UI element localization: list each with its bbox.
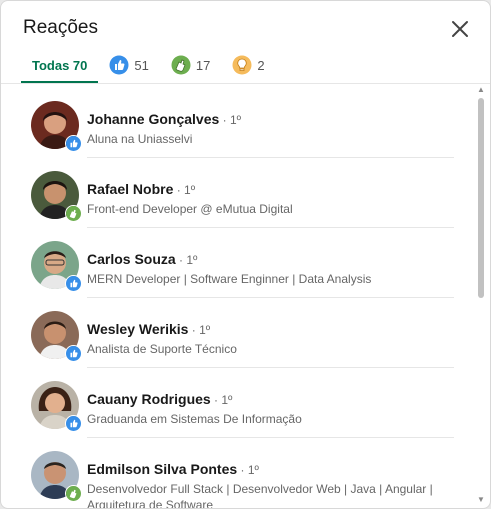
tab-all[interactable]: Todas 70 (21, 47, 99, 83)
reactor-name-line[interactable]: Johanne Gonçalves · 1º (87, 111, 241, 127)
tab-celebrate-count: 17 (195, 57, 211, 73)
scrollbar-thumb[interactable] (478, 98, 484, 298)
reactor-name[interactable]: Edmilson Silva Pontes (87, 461, 237, 477)
celebrate-icon (65, 205, 82, 222)
close-button[interactable] (446, 15, 474, 43)
celebrate-icon (171, 55, 191, 75)
list-item[interactable]: Edmilson Silva Pontes · 1º Desenvolvedor… (21, 438, 454, 508)
reactor-headline: Analista de Suporte Técnico (87, 342, 237, 356)
like-icon (65, 275, 82, 292)
tab-like-count: 51 (134, 57, 149, 73)
reactions-list: Johanne Gonçalves · 1º Aluna na Uniassel… (1, 84, 473, 508)
list-item[interactable]: Cauany Rodrigues · 1º Graduanda em Siste… (21, 368, 454, 438)
reactor-name[interactable]: Cauany Rodrigues (87, 391, 211, 407)
connection-degree: · 1º (219, 113, 242, 127)
list-scrollbar[interactable]: ▲ ▼ (475, 84, 487, 508)
tab-all-label: Todas 70 (32, 57, 88, 73)
tab-insightful[interactable]: 2 (221, 47, 275, 83)
like-icon (65, 415, 82, 432)
reactor-name-line[interactable]: Edmilson Silva Pontes · 1º (87, 461, 259, 477)
reactor-headline: Aluna na Uniasselvi (87, 132, 193, 146)
reactions-dialog: Reações Todas 70 51 17 2 Johanne Gonçalv… (0, 0, 491, 509)
celebrate-icon (65, 485, 82, 502)
reactor-name[interactable]: Carlos Souza (87, 251, 176, 267)
connection-degree: · 1º (237, 463, 259, 477)
scroll-down-icon[interactable]: ▼ (477, 496, 485, 504)
reaction-tabs: Todas 70 51 17 2 (21, 47, 276, 83)
connection-degree: · 1º (173, 183, 196, 197)
reactor-headline: MERN Developer | Software Enginner | Dat… (87, 272, 372, 286)
like-icon (109, 55, 129, 75)
list-item[interactable]: Wesley Werikis · 1º Analista de Suporte … (21, 298, 454, 368)
tab-like[interactable]: 51 (98, 47, 159, 83)
scroll-up-icon[interactable]: ▲ (477, 86, 485, 94)
tab-celebrate[interactable]: 17 (160, 47, 221, 83)
list-item[interactable]: Rafael Nobre · 1º Front-end Developer @ … (21, 158, 454, 228)
reactor-headline: Desenvolvedor Full Stack | Desenvolvedor… (87, 482, 433, 508)
connection-degree: · 1º (175, 253, 198, 267)
list-item[interactable]: Johanne Gonçalves · 1º Aluna na Uniassel… (21, 88, 454, 158)
list-item[interactable]: Carlos Souza · 1º MERN Developer | Softw… (21, 228, 454, 298)
connection-degree: · 1º (210, 393, 233, 407)
like-icon (65, 345, 82, 362)
reactor-name-line[interactable]: Wesley Werikis · 1º (87, 321, 210, 337)
dialog-title: Reações (23, 17, 98, 38)
insightful-icon (232, 55, 252, 75)
tab-insightful-count: 2 (257, 57, 265, 73)
reactor-name-line[interactable]: Cauany Rodrigues · 1º (87, 391, 232, 407)
like-icon (65, 135, 82, 152)
reactor-headline: Front-end Developer @ eMutua Digital (87, 202, 293, 216)
close-icon (452, 21, 468, 37)
connection-degree: · 1º (188, 323, 211, 337)
reactor-headline: Graduanda em Sistemas De Informação (87, 412, 302, 426)
reactor-name[interactable]: Rafael Nobre (87, 181, 173, 197)
reactor-name-line[interactable]: Carlos Souza · 1º (87, 251, 197, 267)
reactor-name[interactable]: Johanne Gonçalves (87, 111, 219, 127)
reactor-name-line[interactable]: Rafael Nobre · 1º (87, 181, 195, 197)
reactor-name[interactable]: Wesley Werikis (87, 321, 188, 337)
